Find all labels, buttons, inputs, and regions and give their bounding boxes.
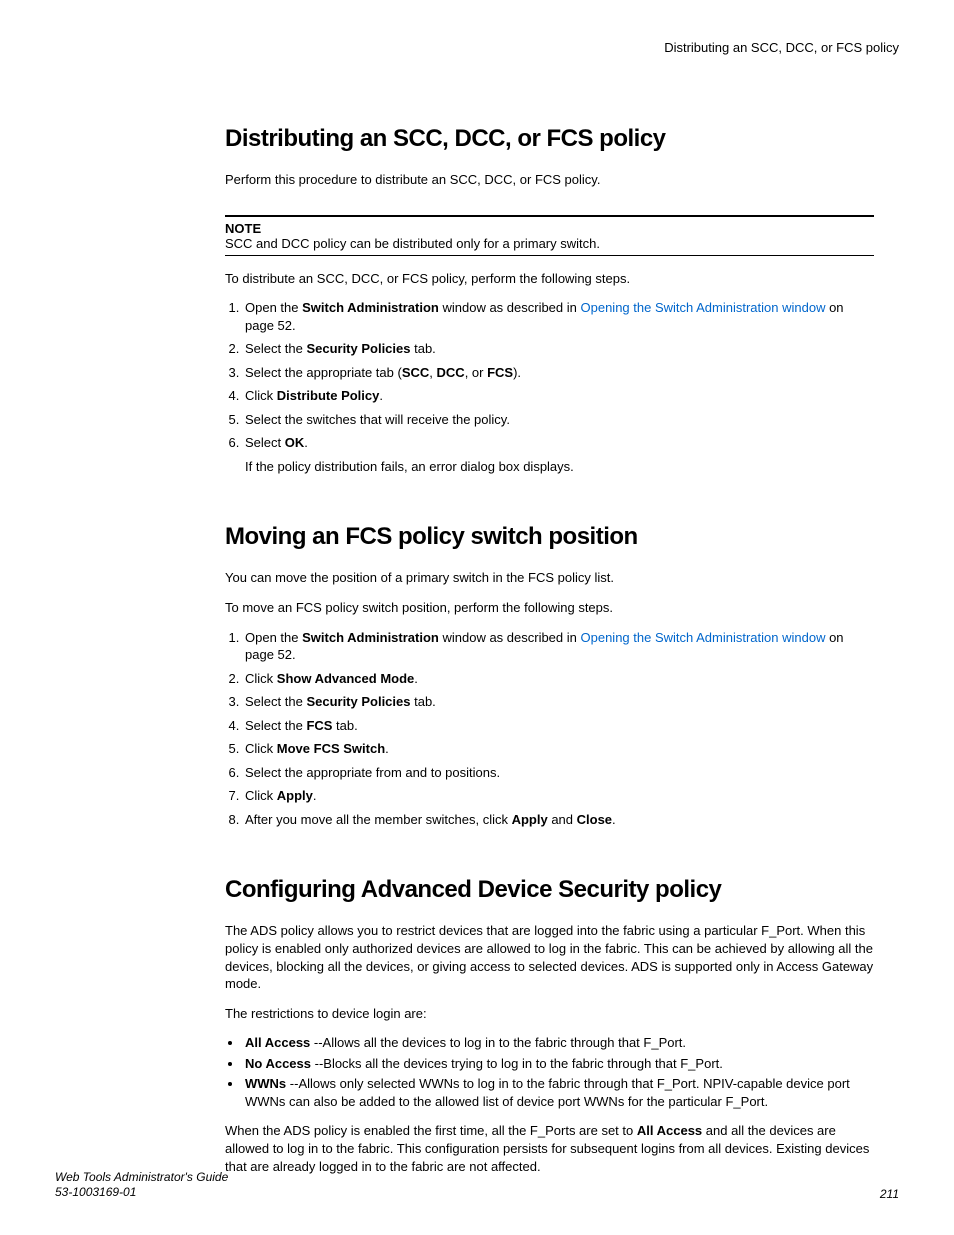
sec2-step8: After you move all the member switches, … (243, 811, 874, 829)
footer-left: Web Tools Administrator's Guide 53-10031… (55, 1170, 228, 1201)
t: Select the (245, 694, 306, 709)
sec1-lead: To distribute an SCC, DCC, or FCS policy… (225, 270, 874, 288)
t: All Access (637, 1123, 702, 1138)
t: Apply (277, 788, 313, 803)
link-switch-admin-1[interactable]: Opening the Switch Administration window (581, 300, 826, 315)
sec1-steps: Open the Switch Administration window as… (225, 299, 874, 475)
rule-bottom (225, 255, 874, 256)
sec2-lead: To move an FCS policy switch position, p… (225, 599, 874, 617)
sec2-step3: Select the Security Policies tab. (243, 693, 874, 711)
t: Show Advanced Mode (277, 671, 414, 686)
link-switch-admin-2[interactable]: Opening the Switch Administration window (581, 630, 826, 645)
sec2-step1: Open the Switch Administration window as… (243, 629, 874, 664)
sec2-step4: Select the FCS tab. (243, 717, 874, 735)
page: Distributing an SCC, DCC, or FCS policy … (0, 0, 954, 1235)
t: , or (465, 365, 487, 380)
t: Apply (512, 812, 548, 827)
sec3-p3: When the ADS policy is enabled the first… (225, 1122, 874, 1175)
sec1-step6: Select OK. If the policy distribution fai… (243, 434, 874, 475)
t: FCS (487, 365, 513, 380)
sec3-b3: WWNs --Allows only selected WWNs to log … (243, 1075, 874, 1110)
t: Click (245, 741, 277, 756)
t: window as described in (439, 300, 581, 315)
sec2-intro: You can move the position of a primary s… (225, 569, 874, 587)
t: Close (577, 812, 612, 827)
footer-pagenum: 211 (880, 1187, 899, 1201)
note-text: SCC and DCC policy can be distributed on… (225, 236, 874, 251)
sec1-step6-sub: If the policy distribution fails, an err… (245, 458, 874, 476)
sec1-step4: Click Distribute Policy. (243, 387, 874, 405)
sec1-step3: Select the appropriate tab (SCC, DCC, or… (243, 364, 874, 382)
sec2-step2: Click Show Advanced Mode. (243, 670, 874, 688)
t: tab. (411, 341, 436, 356)
t: No Access (245, 1056, 311, 1071)
t: , (429, 365, 436, 380)
note-label: NOTE (225, 221, 874, 236)
page-content: Distributing an SCC, DCC, or FCS policy … (225, 125, 874, 1175)
sec3-b2: No Access --Blocks all the devices tryin… (243, 1055, 874, 1073)
heading-ads: Configuring Advanced Device Security pol… (225, 876, 874, 904)
sec2-steps: Open the Switch Administration window as… (225, 629, 874, 829)
t: Security Policies (306, 694, 410, 709)
t: Move FCS Switch (277, 741, 385, 756)
rule-top (225, 215, 874, 217)
t: --Allows all the devices to log in to th… (310, 1035, 686, 1050)
t: tab. (411, 694, 436, 709)
t: After you move all the member switches, … (245, 812, 512, 827)
heading-moving: Moving an FCS policy switch position (225, 523, 874, 551)
sec2-step5: Click Move FCS Switch. (243, 740, 874, 758)
sec3-p1: The ADS policy allows you to restrict de… (225, 922, 874, 992)
t: . (612, 812, 616, 827)
t: --Allows only selected WWNs to log in to… (245, 1076, 850, 1109)
t: SCC (402, 365, 429, 380)
t: Click (245, 671, 277, 686)
t: Switch Administration (302, 630, 439, 645)
t: . (414, 671, 418, 686)
t: WWNs (245, 1076, 286, 1091)
t: Open the (245, 300, 302, 315)
t: Security Policies (306, 341, 410, 356)
t: When the ADS policy is enabled the first… (225, 1123, 637, 1138)
sec3-bullets: All Access --Allows all the devices to l… (225, 1034, 874, 1110)
sec3-b1: All Access --Allows all the devices to l… (243, 1034, 874, 1052)
t: . (379, 388, 383, 403)
t: Select the (245, 341, 306, 356)
t: Open the (245, 630, 302, 645)
t: Distribute Policy (277, 388, 380, 403)
t: window as described in (439, 630, 581, 645)
t: --Blocks all the devices trying to log i… (311, 1056, 723, 1071)
t: Select (245, 435, 285, 450)
note-box: NOTE SCC and DCC policy can be distribut… (225, 215, 874, 256)
t: and (548, 812, 577, 827)
t: . (385, 741, 389, 756)
t: tab. (332, 718, 357, 733)
page-footer: Web Tools Administrator's Guide 53-10031… (55, 1170, 899, 1201)
t: DCC (437, 365, 465, 380)
footer-title: Web Tools Administrator's Guide (55, 1170, 228, 1186)
t: Select the appropriate tab ( (245, 365, 402, 380)
sec2-step6: Select the appropriate from and to posit… (243, 764, 874, 782)
sec1-step5: Select the switches that will receive th… (243, 411, 874, 429)
sec1-step1: Open the Switch Administration window as… (243, 299, 874, 334)
running-header: Distributing an SCC, DCC, or FCS policy (55, 40, 899, 55)
t: Click (245, 788, 277, 803)
t: Click (245, 388, 277, 403)
t: . (304, 435, 308, 450)
sec1-intro: Perform this procedure to distribute an … (225, 171, 874, 189)
t: . (313, 788, 317, 803)
footer-docnum: 53-1003169-01 (55, 1185, 228, 1201)
t: ). (513, 365, 521, 380)
sec2-step7: Click Apply. (243, 787, 874, 805)
sec1-step2: Select the Security Policies tab. (243, 340, 874, 358)
t: FCS (306, 718, 332, 733)
t: Select the (245, 718, 306, 733)
heading-distributing: Distributing an SCC, DCC, or FCS policy (225, 125, 874, 153)
t: Switch Administration (302, 300, 439, 315)
t: All Access (245, 1035, 310, 1050)
sec3-p2: The restrictions to device login are: (225, 1005, 874, 1023)
t: OK (285, 435, 305, 450)
